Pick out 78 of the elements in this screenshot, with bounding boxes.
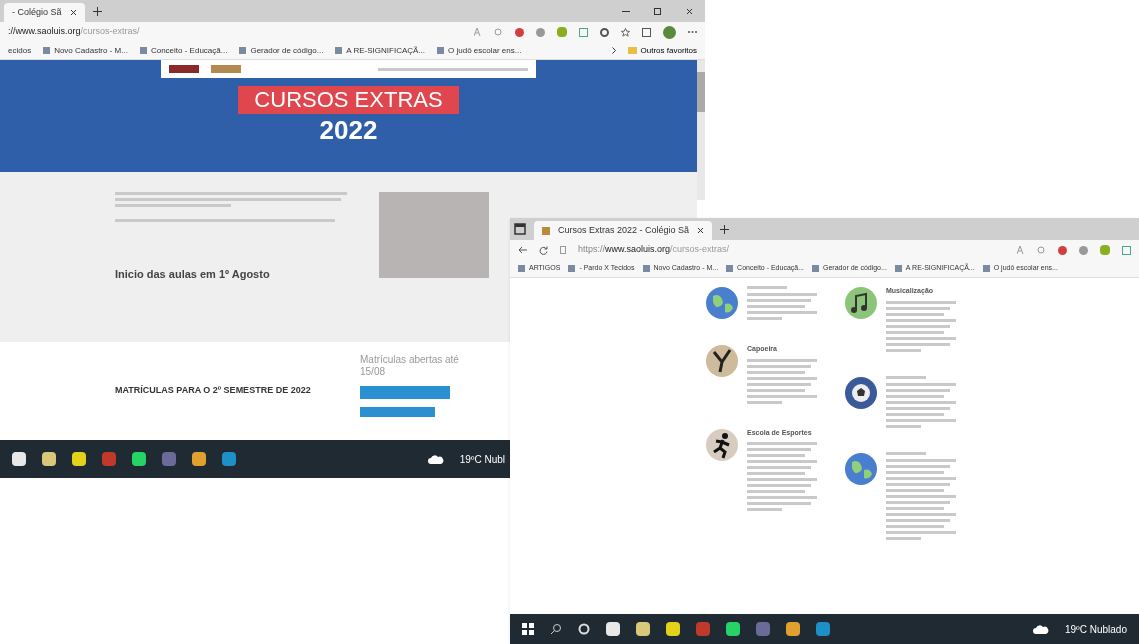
illegible-text-drawing xyxy=(747,286,787,289)
soccer-ball-icon xyxy=(844,375,878,410)
close-icon[interactable] xyxy=(69,9,77,16)
music-icon xyxy=(844,286,878,320)
browser-tab[interactable]: - Colégio Sã xyxy=(4,3,85,22)
profile-icon[interactable] xyxy=(663,25,676,39)
app-icon[interactable] xyxy=(726,622,740,636)
app-icon[interactable] xyxy=(696,622,710,636)
bookmark-link[interactable]: A RE-SIGNIFICAÇÃ... xyxy=(335,44,426,57)
illegible-text-drawing xyxy=(886,451,926,455)
tab-title: - Colégio Sã xyxy=(12,5,62,19)
new-tab-icon[interactable] xyxy=(92,6,102,16)
read-aloud-icon[interactable] xyxy=(1017,246,1025,254)
illegible-text-drawing xyxy=(886,300,956,352)
close-window-icon[interactable] xyxy=(686,7,693,15)
app-icon[interactable] xyxy=(666,622,680,636)
favicon-icon xyxy=(542,226,550,235)
app-icon[interactable] xyxy=(12,452,26,466)
chevron-icon[interactable] xyxy=(611,47,616,54)
title-label: CURSOS EXTRAS xyxy=(238,86,459,114)
read-aloud-icon[interactable] xyxy=(474,28,482,36)
app-icon[interactable] xyxy=(636,622,650,636)
app-icon[interactable] xyxy=(42,452,56,466)
bookmark-link[interactable]: ecidos xyxy=(8,44,32,57)
weather-text: 19ºC Nubl xyxy=(459,452,505,467)
minimize-icon[interactable] xyxy=(622,10,630,12)
page-icon xyxy=(560,246,566,254)
bookmark-link[interactable]: Conceito - Educaçã... xyxy=(139,44,228,57)
bookmark-link[interactable]: Gerador de código... xyxy=(239,44,324,57)
app-icon[interactable] xyxy=(72,452,86,466)
illegible-text-drawing xyxy=(747,442,817,511)
globe-icon xyxy=(705,286,739,320)
app-icon[interactable] xyxy=(102,452,116,466)
app-icon[interactable] xyxy=(756,622,770,636)
extension-icon[interactable] xyxy=(600,27,609,37)
tab-title: Cursos Extras 2022 - Colégio Sã xyxy=(558,223,690,237)
enroll-heading: MATRÍCULAS PARA O 2º SEMESTRE DE 2022 xyxy=(115,384,311,397)
zoom-icon[interactable] xyxy=(494,27,503,37)
weather-text: 19ºC Nublado xyxy=(1064,622,1127,637)
cloud-icon xyxy=(427,454,444,464)
search-icon[interactable] xyxy=(550,623,562,635)
illegible-text-drawing xyxy=(886,375,926,379)
illegible-text-drawing xyxy=(747,358,817,404)
url-field[interactable]: ://www.saoluis.org/cursos-extras/ xyxy=(8,25,140,39)
windows-start-icon[interactable] xyxy=(522,623,534,635)
new-tab-icon[interactable] xyxy=(720,224,730,234)
back-icon[interactable] xyxy=(518,246,527,254)
bookmark-link[interactable]: O judô escolar ens... xyxy=(437,44,522,57)
bookmark-link[interactable]: Novo Cadastro - M... xyxy=(43,44,128,57)
illegible-text-drawing xyxy=(747,293,817,320)
url-field[interactable]: https://www.saoluis.org/cursos-extras/ xyxy=(578,243,730,257)
star-icon[interactable] xyxy=(621,27,630,37)
extension-icon[interactable] xyxy=(1058,245,1067,255)
illegible-text-drawing xyxy=(886,382,956,428)
cloud-icon xyxy=(1032,624,1049,634)
martial-artist-icon xyxy=(705,344,739,378)
app-icon[interactable] xyxy=(132,452,146,466)
start-heading: Inicio das aulas em 1º Agosto xyxy=(115,267,271,282)
runner-icon xyxy=(705,427,739,462)
app-icon[interactable] xyxy=(192,452,206,466)
app-icon[interactable] xyxy=(606,622,620,636)
year-label: 2022 xyxy=(319,114,378,146)
app-icon[interactable] xyxy=(816,622,830,636)
extension-icon[interactable] xyxy=(515,27,524,37)
app-icon[interactable] xyxy=(162,452,176,466)
enroll-note: Matrículas abertas até 15/08 xyxy=(360,354,460,378)
browser-tab[interactable]: Cursos Extras 2022 - Colégio Sã xyxy=(534,221,713,240)
globe-icon xyxy=(844,451,878,486)
zoom-icon[interactable] xyxy=(1037,245,1046,255)
close-icon[interactable] xyxy=(697,227,705,234)
tab-actions-icon[interactable] xyxy=(514,223,526,235)
app-icon[interactable] xyxy=(222,452,236,466)
circle-icon[interactable] xyxy=(578,623,590,635)
restore-icon[interactable] xyxy=(654,7,662,15)
refresh-icon[interactable] xyxy=(539,245,548,255)
app-icon[interactable] xyxy=(786,622,800,636)
scrollbar[interactable] xyxy=(697,60,705,200)
bookmark-folder[interactable]: Outros favoritos xyxy=(627,44,697,57)
